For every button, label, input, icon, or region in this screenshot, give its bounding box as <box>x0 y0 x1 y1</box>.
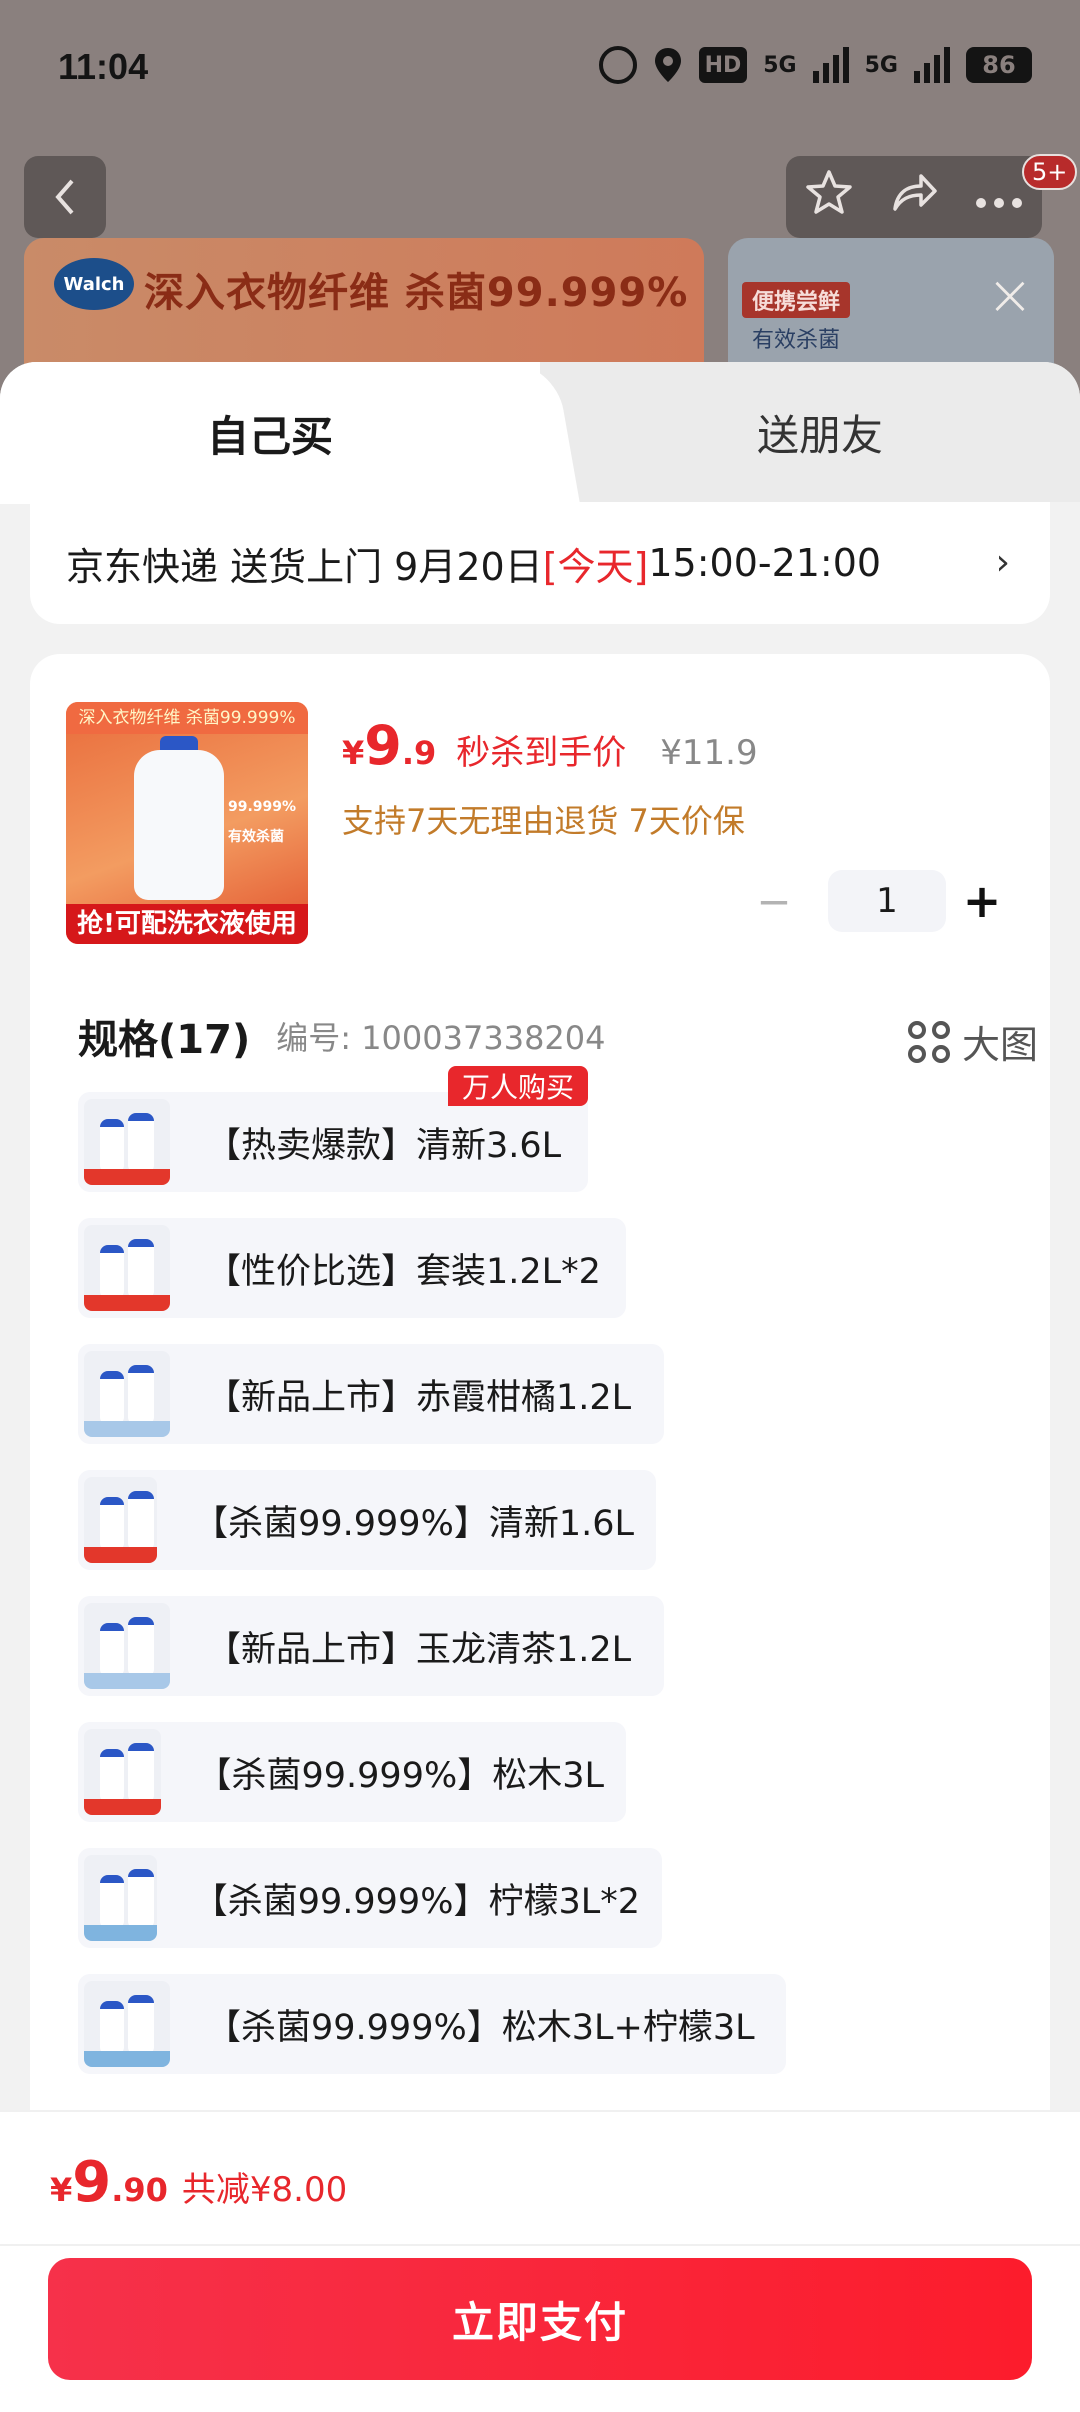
spec-option-label: 【新品上市】赤霞柑橘1.2L <box>206 1377 632 1418</box>
spec-option-label: 【热卖爆款】清新3.6L <box>206 1125 562 1166</box>
spec-thumb <box>84 1855 157 1941</box>
signal-5g-label-2: 5G <box>864 52 898 78</box>
back-chevron-icon <box>55 179 74 215</box>
tab-self-buy[interactable]: 自己买 <box>0 362 540 504</box>
tab-gift-friend[interactable]: 送朋友 <box>600 362 1040 502</box>
purchase-sheet: 自己买 送朋友 京东快递 送货上门 9月20日 [今天] 15:00-21:00… <box>0 362 1080 2412</box>
hero2-text: 有效杀菌 <box>752 328 841 353</box>
spec-option-label: 【性价比选】套装1.2L*2 <box>206 1251 601 1292</box>
spec-option-label: 【杀菌99.999%】松木3L+柠檬3L <box>206 2007 755 2048</box>
pay-now-button[interactable]: 立即支付 <box>48 2258 1032 2380</box>
delivery-prefix: 京东快递 送货上门 9月20日 <box>66 544 543 589</box>
signal-bars-icon <box>812 47 849 83</box>
purchase-tabs: 自己买 送朋友 <box>0 362 1080 504</box>
delivery-window: 15:00-21:00 <box>648 541 882 585</box>
price-integer: 9 <box>364 714 402 777</box>
spec-thumb <box>84 1099 170 1185</box>
spec-option-5[interactable]: 【新品上市】玉龙清茶1.2L <box>78 1596 664 1696</box>
alarm-icon <box>598 46 637 84</box>
signal-bars-icon-2 <box>914 47 950 83</box>
spec-thumb <box>84 1981 170 2067</box>
spec-option-label: 【杀菌99.999%】松木3L <box>196 1755 605 1796</box>
spec-thumb <box>84 1603 170 1689</box>
total-discount: 共减¥8.00 <box>181 2170 348 2210</box>
hd-icon: HD <box>698 47 748 83</box>
service-promise: 支持7天无理由退货 7天价保 <box>342 802 745 840</box>
share-icon[interactable] <box>889 167 939 227</box>
product-image[interactable]: 深入衣物纤维 杀菌99.999% 99.999%有效杀菌 抢!可配洗衣液使用 <box>66 702 308 944</box>
hot-seller-badge: 万人购买 <box>447 1066 588 1106</box>
back-button[interactable] <box>24 156 106 238</box>
status-icons: HD 5G 5G 86 <box>598 46 1032 84</box>
total-integer: 9 <box>72 2150 112 2215</box>
price-decimal: .9 <box>401 734 437 772</box>
increase-button[interactable]: + <box>946 870 1018 932</box>
location-icon <box>653 46 683 84</box>
spec-header: 规格(17) 编号: 100037338204 大图 <box>78 1006 1038 1069</box>
checkout-bar: ¥ 9 .90 共减¥8.00 立即支付 <box>0 2110 1080 2412</box>
spec-title: 规格(17) <box>78 1017 251 1063</box>
price-line: ¥ 9 .9 秒杀到手价 ¥11.9 <box>342 714 758 777</box>
product-image-mid-text: 99.999%有效杀菌 <box>228 799 297 845</box>
more-icon[interactable] <box>974 174 1024 220</box>
status-time: 11:04 <box>58 46 149 87</box>
delivery-today: [今天] <box>542 544 649 589</box>
chevron-right-icon: › <box>995 542 1010 583</box>
bottle-shape <box>134 750 224 900</box>
spec-option-2[interactable]: 【性价比选】套装1.2L*2 <box>78 1218 626 1318</box>
hero-banner-text: 深入衣物纤维 杀菌99.999% <box>144 270 689 316</box>
cart-count-badge: 5+ <box>1022 154 1078 190</box>
spec-option-6[interactable]: 【杀菌99.999%】松木3L <box>78 1722 626 1822</box>
spec-list: 【热卖爆款】清新3.6L 万人购买 【性价比选】套装1.2L*2 【新品上市】赤… <box>78 1066 1038 2100</box>
spec-option-1[interactable]: 【热卖爆款】清新3.6L 万人购买 <box>78 1066 588 1192</box>
flash-sale-label: 秒杀到手价 <box>456 733 627 773</box>
spec-option-4[interactable]: 【杀菌99.999%】清新1.6L <box>78 1470 656 1570</box>
spec-option-label: 【杀菌99.999%】柠檬3L*2 <box>192 1881 640 1922</box>
status-bar: 11:04 HD 5G 5G 86 <box>0 0 1080 140</box>
spec-thumb <box>84 1225 170 1311</box>
spec-thumb <box>84 1351 170 1437</box>
close-icon[interactable]: × <box>982 268 1038 324</box>
spec-option-3[interactable]: 【新品上市】赤霞柑橘1.2L <box>78 1344 664 1444</box>
spec-option-8[interactable]: 【杀菌99.999%】松木3L+柠檬3L <box>78 1974 786 2074</box>
grid-icon <box>907 1020 950 1063</box>
total-currency: ¥ <box>50 2171 73 2209</box>
delivery-row[interactable]: 京东快递 送货上门 9月20日 [今天] 15:00-21:00 › <box>30 502 1050 624</box>
product-image-bottom-text: 抢!可配洗衣液使用 <box>66 904 308 944</box>
divider <box>0 2244 1080 2246</box>
original-price: ¥11.9 <box>660 733 758 773</box>
decrease-button[interactable]: − <box>738 870 810 932</box>
product-number: 编号: 100037338204 <box>276 1019 606 1057</box>
big-view-toggle[interactable]: 大图 <box>907 1014 1038 1069</box>
spec-thumb <box>84 1477 158 1563</box>
quantity-stepper: − 1 + <box>738 870 1018 932</box>
product-image-top-text: 深入衣物纤维 杀菌99.999% <box>66 702 308 734</box>
hero2-tag: 便携尝鲜 <box>742 282 851 318</box>
total-price-line: ¥ 9 .90 共减¥8.00 <box>50 2150 347 2215</box>
spec-option-label: 【新品上市】玉龙清茶1.2L <box>206 1629 632 1670</box>
price-currency: ¥ <box>342 734 365 772</box>
quantity-input[interactable]: 1 <box>828 870 946 932</box>
battery-icon: 86 <box>966 47 1032 83</box>
star-icon[interactable] <box>804 167 854 227</box>
big-view-label: 大图 <box>961 1023 1038 1067</box>
signal-5g-label: 5G <box>763 52 797 78</box>
spec-option-label: 【杀菌99.999%】清新1.6L <box>193 1503 634 1544</box>
spec-thumb <box>84 1729 161 1815</box>
spec-option-7[interactable]: 【杀菌99.999%】柠檬3L*2 <box>78 1848 662 1948</box>
walch-logo: Walch <box>54 258 134 310</box>
top-action-group <box>786 156 1042 238</box>
total-decimal: .90 <box>111 2171 168 2209</box>
